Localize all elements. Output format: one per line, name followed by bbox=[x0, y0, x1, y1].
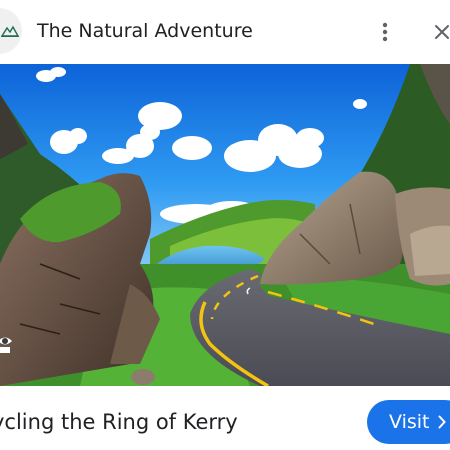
close-button[interactable] bbox=[430, 20, 450, 44]
visit-button[interactable]: Visit bbox=[367, 400, 450, 444]
ad-footer: ycling the Ring of Kerry Visit bbox=[0, 386, 450, 450]
chevron-right-icon bbox=[438, 415, 446, 429]
ad-header: The Natural Adventure bbox=[0, 0, 450, 64]
more-vert-icon bbox=[382, 22, 388, 42]
ad-choices-icon[interactable] bbox=[0, 333, 16, 355]
advertiser-name[interactable]: The Natural Adventure bbox=[37, 18, 253, 44]
ad-hero-image[interactable] bbox=[0, 64, 450, 386]
visit-button-label: Visit bbox=[389, 411, 430, 433]
advertiser-logo[interactable] bbox=[0, 8, 22, 54]
close-icon bbox=[435, 25, 449, 39]
ad-card: The Natural Adventure ycling the Ring of… bbox=[0, 0, 450, 450]
landscape-image bbox=[0, 64, 450, 386]
ad-headline[interactable]: ycling the Ring of Kerry bbox=[0, 408, 238, 436]
mountain-logo-icon bbox=[1, 25, 19, 37]
options-button[interactable] bbox=[373, 20, 397, 44]
